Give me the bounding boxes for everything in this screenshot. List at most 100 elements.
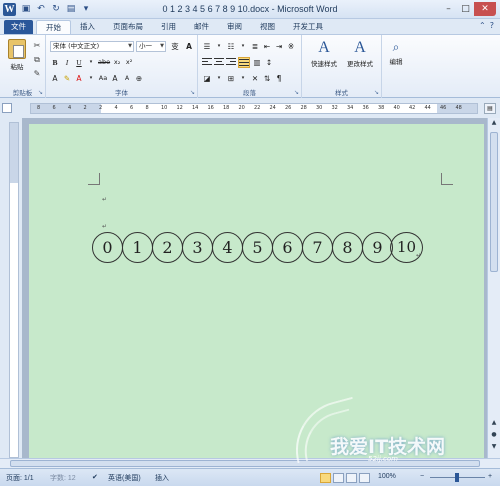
paste-button[interactable]: 粘贴: [6, 39, 28, 73]
insert-mode[interactable]: 插入: [155, 473, 169, 483]
line-spacing-icon[interactable]: ↕: [264, 57, 274, 68]
word-count[interactable]: 字数: 12: [50, 473, 76, 483]
text-effects-icon[interactable]: A: [50, 73, 60, 84]
tab-developer[interactable]: 开发工具: [284, 20, 332, 34]
clear-format-icon[interactable]: A: [184, 41, 194, 52]
language[interactable]: 英语(美国): [108, 473, 141, 483]
decrease-indent-icon[interactable]: ⇤: [262, 41, 272, 52]
horizontal-scrollbar[interactable]: [0, 458, 500, 468]
shading-icon[interactable]: ◪: [202, 73, 212, 84]
minimize-button[interactable]: –: [440, 2, 457, 16]
vertical-ruler[interactable]: [9, 122, 19, 458]
increase-indent-icon[interactable]: ⇥: [274, 41, 284, 52]
close-button[interactable]: ✕: [474, 2, 496, 16]
distributed-icon[interactable]: ▥: [252, 57, 262, 68]
change-case-button[interactable]: Aa: [98, 73, 108, 84]
maximize-button[interactable]: □: [457, 2, 474, 16]
paragraph-launcher-icon[interactable]: ↘: [294, 89, 299, 96]
change-styles-button[interactable]: A 更改样式: [344, 38, 376, 68]
tab-insert[interactable]: 插入: [71, 20, 104, 34]
prev-page-icon[interactable]: ▲: [488, 418, 500, 428]
wen-icon[interactable]: 变: [170, 41, 180, 52]
enclose-char-icon[interactable]: ⊕: [134, 73, 144, 84]
copy-icon[interactable]: ⧉: [32, 55, 42, 65]
superscript-button[interactable]: x²: [124, 57, 134, 68]
tab-mailings[interactable]: 邮件: [185, 20, 218, 34]
underline-button[interactable]: U: [74, 57, 84, 68]
strikethrough-button[interactable]: abe: [98, 57, 110, 68]
circled-number[interactable]: 6: [272, 232, 303, 263]
grow-font-button[interactable]: A: [110, 73, 120, 84]
editing-button[interactable]: ⌕ 编辑: [386, 38, 406, 66]
circled-number[interactable]: 5: [242, 232, 273, 263]
align-left-icon[interactable]: [202, 57, 212, 68]
tab-references[interactable]: 引用: [152, 20, 185, 34]
zoom-slider-thumb[interactable]: [455, 473, 459, 482]
tab-review[interactable]: 审阅: [218, 20, 251, 34]
spelling-check-icon[interactable]: ✔: [92, 473, 98, 481]
align-center-icon[interactable]: [214, 57, 224, 68]
circled-number[interactable]: 3: [182, 232, 213, 263]
highlight-icon[interactable]: ✎: [62, 73, 72, 84]
chinese-layout-icon[interactable]: ※: [286, 41, 296, 52]
horizontal-scroll-thumb[interactable]: [10, 460, 480, 467]
font-name-combo[interactable]: 宋体 (中文正文) ▼: [50, 41, 134, 52]
tab-home[interactable]: 开始: [36, 20, 71, 34]
subscript-button[interactable]: x₂: [112, 57, 122, 68]
clipboard-launcher-icon[interactable]: ↘: [38, 89, 43, 96]
scroll-thumb[interactable]: [490, 132, 498, 272]
help-icon[interactable]: ?: [490, 21, 494, 30]
chevron-down-icon[interactable]: ▾: [238, 41, 248, 52]
circled-number[interactable]: 0: [92, 232, 123, 263]
font-launcher-icon[interactable]: ↘: [190, 89, 195, 96]
asian-typography-icon[interactable]: ✕: [250, 73, 260, 84]
zoom-in-icon[interactable]: +: [488, 473, 492, 480]
underline-dropdown-icon[interactable]: ▾: [86, 57, 96, 68]
bullets-icon[interactable]: ☰: [202, 41, 212, 52]
circled-number[interactable]: 2: [152, 232, 183, 263]
bold-button[interactable]: B: [50, 57, 60, 68]
tab-page-layout[interactable]: 页面布局: [104, 20, 152, 34]
sort-icon[interactable]: ⇅: [262, 73, 272, 84]
circled-number[interactable]: 9: [362, 232, 393, 263]
chevron-down-icon[interactable]: ▾: [214, 41, 224, 52]
vertical-scrollbar[interactable]: ▲ ▲ ● ▼: [487, 118, 500, 458]
font-size-combo[interactable]: 小一 ▼: [136, 41, 166, 52]
format-painter-icon[interactable]: ✎: [32, 69, 42, 78]
circled-number[interactable]: 1: [122, 232, 153, 263]
borders-icon[interactable]: ⊞: [226, 73, 236, 84]
tab-selector[interactable]: [2, 103, 12, 113]
cut-icon[interactable]: ✂: [32, 41, 42, 50]
horizontal-ruler[interactable]: 8 6 4 2 2 4 6 8 10 12 14 16 18 20 22 24 26 28 30 32 34 36 38 40…: [30, 103, 478, 114]
minimize-ribbon-icon[interactable]: ⌃: [479, 21, 486, 30]
view-ruler-button[interactable]: ▤: [484, 103, 496, 114]
web-layout-view-icon[interactable]: [346, 473, 357, 483]
quick-styles-button[interactable]: A 快速样式: [308, 38, 340, 68]
justify-icon[interactable]: [238, 57, 250, 68]
multilevel-list-icon[interactable]: ≣: [250, 41, 260, 52]
browse-object-icon[interactable]: ●: [488, 430, 500, 440]
tab-file[interactable]: 文件: [4, 20, 33, 34]
zoom-out-icon[interactable]: −: [420, 473, 424, 480]
circled-number[interactable]: 7: [302, 232, 333, 263]
scroll-up-icon[interactable]: ▲: [488, 118, 500, 128]
circled-number[interactable]: 4: [212, 232, 243, 263]
font-color-button[interactable]: A: [74, 73, 84, 84]
show-marks-icon[interactable]: ¶: [274, 73, 284, 84]
numbering-icon[interactable]: ☷: [226, 41, 236, 52]
next-page-icon[interactable]: ▼: [488, 442, 500, 452]
tab-view[interactable]: 视图: [251, 20, 284, 34]
font-color-dropdown-icon[interactable]: ▾: [86, 73, 96, 84]
zoom-level[interactable]: 100%: [378, 473, 396, 480]
align-right-icon[interactable]: [226, 57, 236, 68]
shrink-font-button[interactable]: A: [122, 73, 132, 84]
page-count[interactable]: 页面: 1/1: [6, 473, 34, 483]
full-screen-view-icon[interactable]: [333, 473, 344, 483]
outline-view-icon[interactable]: [359, 473, 370, 483]
italic-button[interactable]: I: [62, 57, 72, 68]
styles-launcher-icon[interactable]: ↘: [374, 89, 379, 96]
chevron-down-icon[interactable]: ▾: [214, 73, 224, 84]
print-layout-view-icon[interactable]: [320, 473, 331, 483]
chevron-down-icon[interactable]: ▾: [238, 73, 248, 84]
circled-number[interactable]: 8: [332, 232, 363, 263]
